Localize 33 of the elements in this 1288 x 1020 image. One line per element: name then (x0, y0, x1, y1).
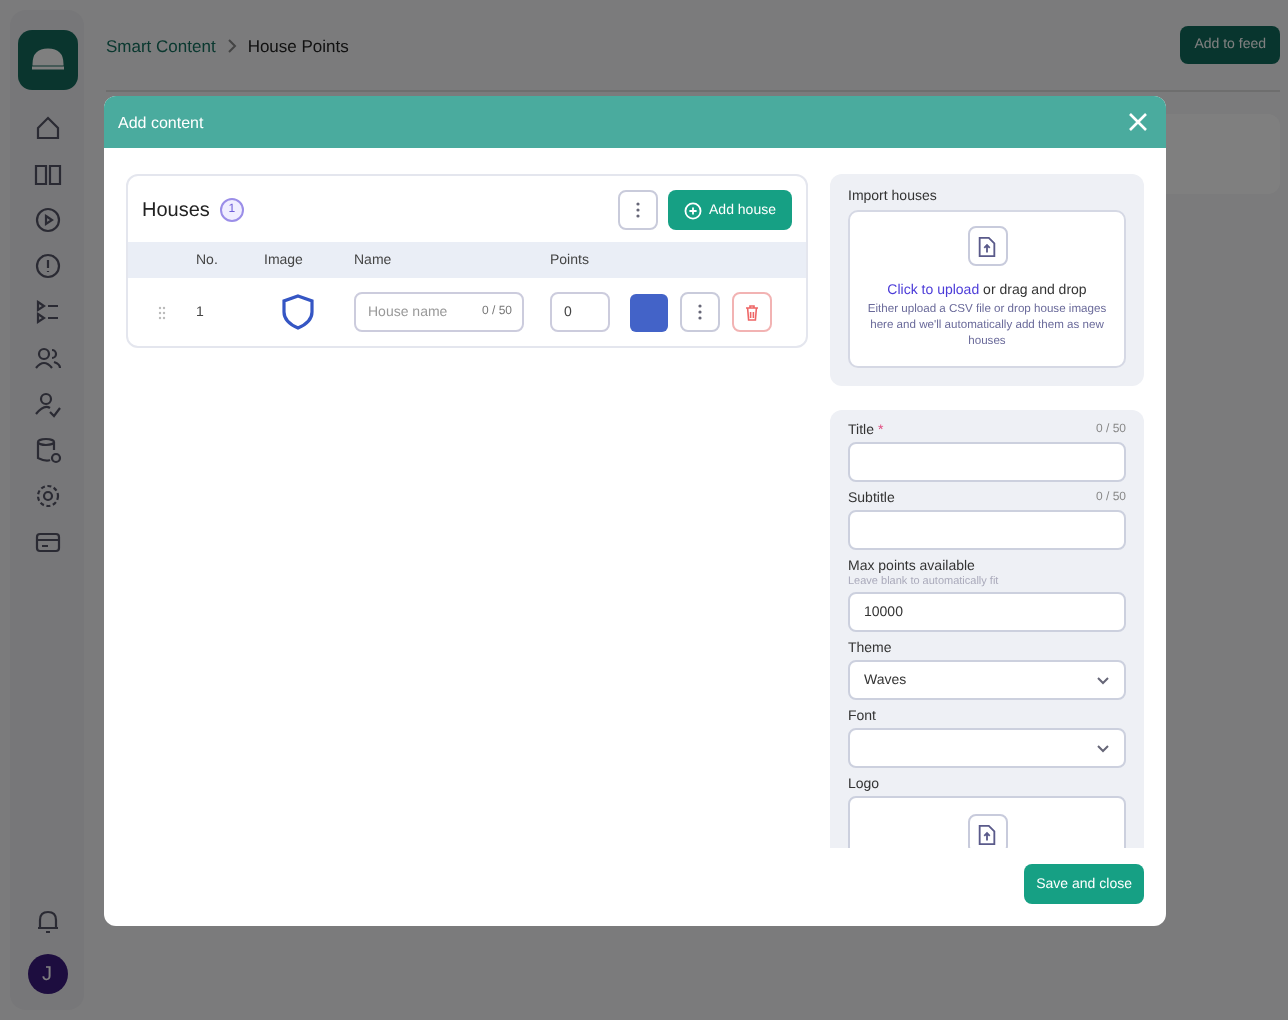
user-check-icon[interactable] (33, 390, 61, 418)
app-logo[interactable] (17, 30, 77, 90)
text-field[interactable] (848, 442, 1126, 483)
shield-icon[interactable] (282, 294, 314, 330)
kebab-menu-icon (635, 202, 640, 218)
chevron-right-icon (225, 37, 238, 53)
dialog-title: Add content (118, 113, 204, 131)
color-swatch[interactable] (630, 293, 668, 331)
bell-icon[interactable] (33, 908, 61, 936)
upload-file-icon (967, 226, 1007, 266)
users-icon[interactable] (33, 344, 61, 372)
book-icon[interactable] (33, 160, 61, 188)
chevron-down-icon (1096, 675, 1110, 686)
play-icon[interactable] (33, 206, 61, 234)
breadcrumb-link[interactable]: Smart Content (106, 35, 216, 55)
trash-icon (744, 303, 760, 321)
houses-title: Houses (142, 199, 210, 221)
text-field[interactable] (848, 510, 1126, 551)
home-icon[interactable] (33, 114, 61, 142)
alert-icon[interactable] (33, 252, 61, 280)
delete-button[interactable] (732, 292, 772, 332)
settings-icon[interactable] (33, 482, 61, 510)
close-icon[interactable] (1128, 112, 1148, 132)
playlist-icon[interactable] (33, 298, 61, 326)
breadcrumb-current: House Points (247, 35, 349, 55)
chevron-down-icon (1096, 743, 1110, 754)
drag-handle-icon[interactable] (158, 305, 166, 319)
card-icon[interactable] (33, 528, 61, 556)
upload-file-icon (967, 814, 1007, 848)
plus-circle-icon (683, 201, 702, 219)
database-gear-icon[interactable] (33, 436, 61, 464)
select-field[interactable] (848, 728, 1126, 769)
user-avatar[interactable]: J (27, 954, 67, 994)
